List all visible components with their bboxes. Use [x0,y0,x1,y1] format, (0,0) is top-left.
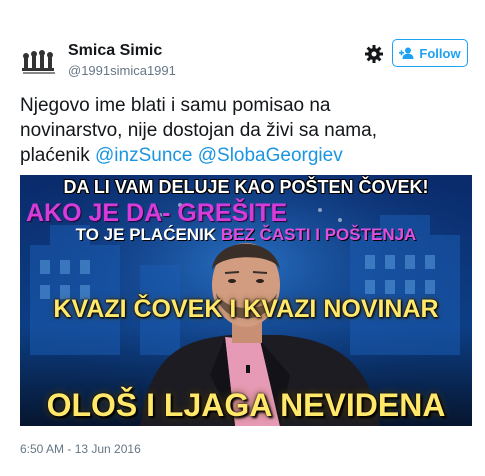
user-avatar[interactable] [20,42,58,80]
user-handle[interactable]: @1991simica1991 [68,63,176,78]
tweet-media-image[interactable]: DA LI VAM DELUJE KAO POŠTEN ČOVEK! AKO J… [20,175,472,426]
meme-caption-3: TO JE PLAĆENIK BEZ ČASTI I POŠTENJA [20,225,472,245]
tweet-card: Smica Simic @1991simica1991 Follow Njego… [0,0,485,476]
gear-icon [365,45,383,63]
tweet-text-prefix: plaćenik [20,145,90,166]
tweet-text-line-1: Njegovo ime blati i samu pomisao na [20,95,331,116]
user-display-name[interactable]: Smica Simic [68,42,162,60]
chess-pieces-icon [20,42,58,80]
meme-caption-4: KVAZI ČOVEK I KVAZI NOVINAR [53,295,439,323]
add-user-icon [399,47,414,59]
meme-caption-1: DA LI VAM DELUJE KAO POŠTEN ČOVEK! [63,177,429,197]
meme-caption-3a: TO JE PLAĆENIK [75,225,221,244]
meme-caption-5: OLOŠ I LJAGA NEVIDENA [46,387,446,423]
settings-gear-button[interactable] [364,44,384,64]
follow-label: Follow [419,45,461,61]
follow-button[interactable]: Follow [392,39,468,67]
tweet-timestamp[interactable]: 6:50 AM - 13 Jun 2016 [20,442,141,456]
meme-caption-2: AKO JE DA- GREŠITE [26,199,288,227]
mention-link-inzsunce[interactable]: @inzSunce [95,145,192,166]
tweet-text: Njegovo ime blati i samu pomisao na novi… [20,93,470,168]
tweet-text-line-2: novinarstvo, nije dostojan da živi sa na… [20,120,377,141]
meme-caption-3b: BEZ ČASTI I POŠTENJA [220,225,417,244]
mention-link-slobageorgiev[interactable]: @SlobaGeorgiev [198,145,343,166]
